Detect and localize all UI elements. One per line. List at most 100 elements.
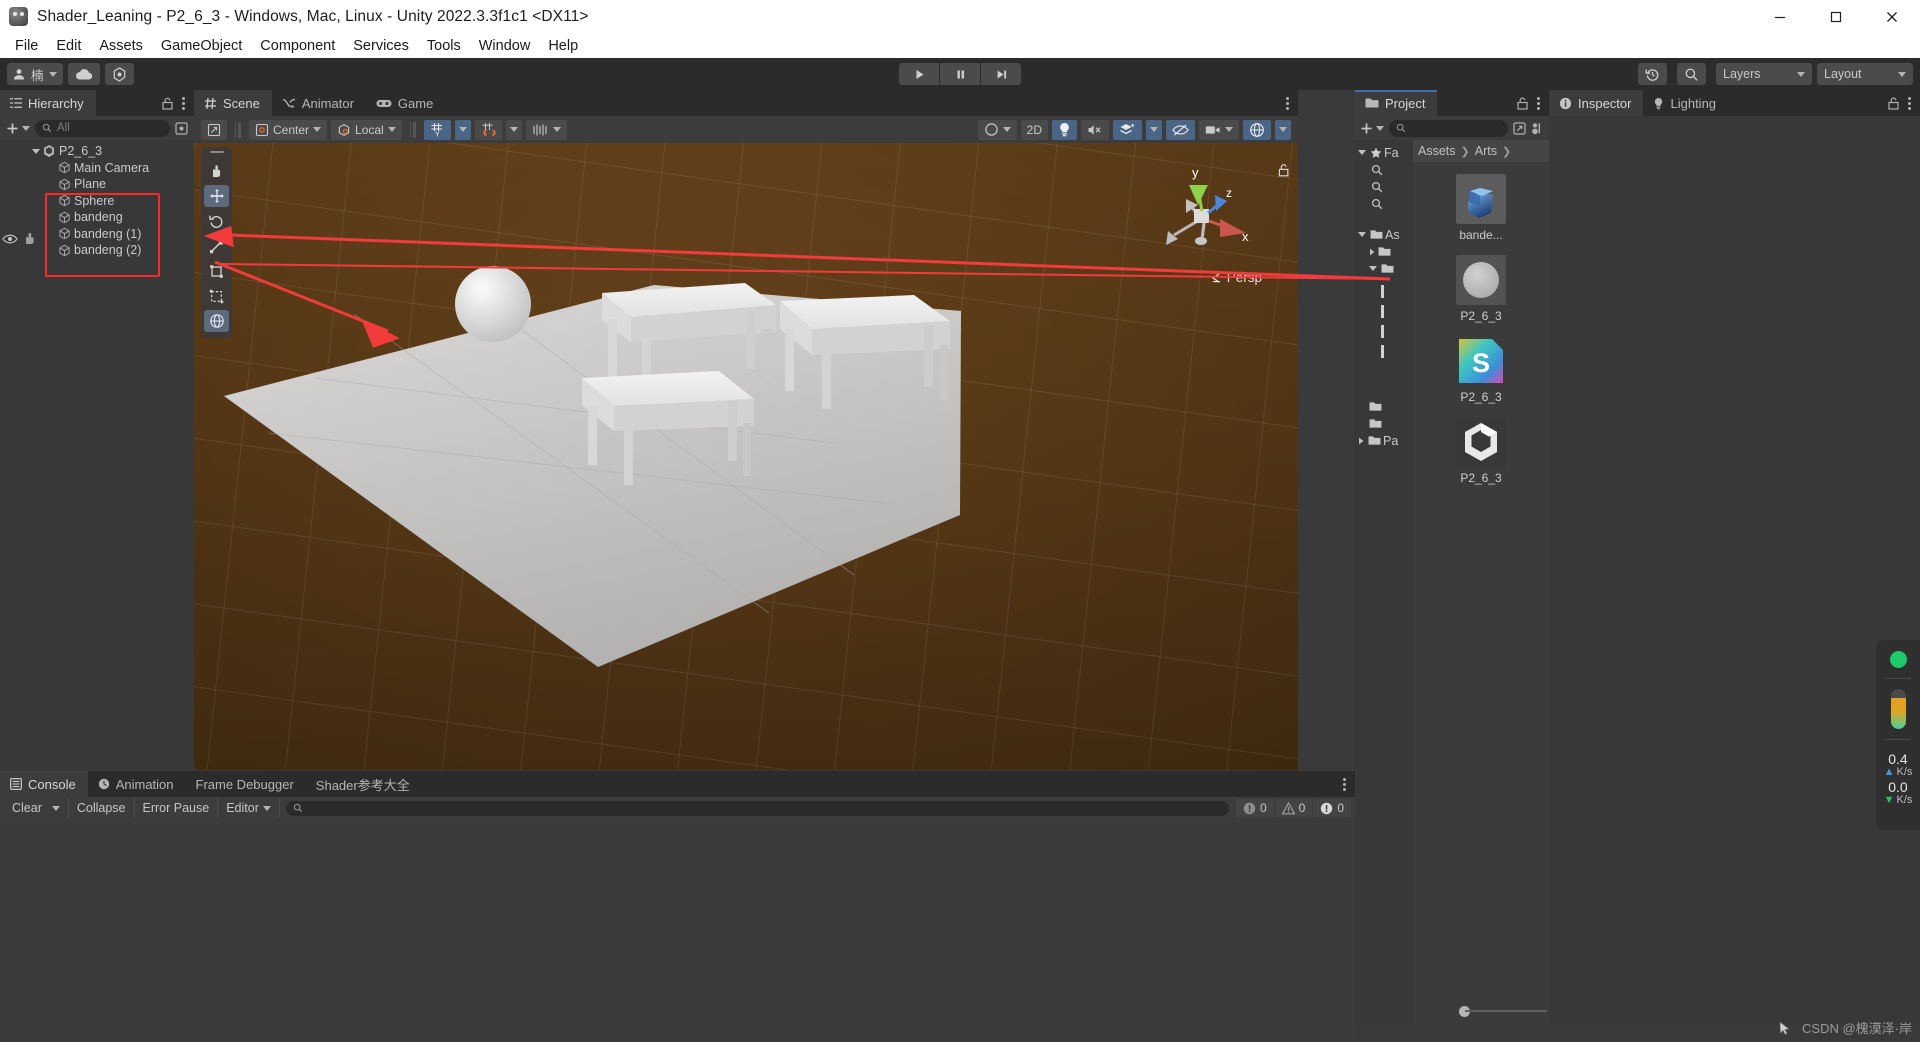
- hierarchy-visibility-toggles[interactable]: [2, 232, 36, 245]
- asset-zoom-slider[interactable]: [1415, 1003, 1547, 1019]
- project-tree-saved-search[interactable]: [1355, 178, 1413, 195]
- chevron-right-icon[interactable]: [1358, 437, 1365, 445]
- inspector-content[interactable]: [1549, 116, 1920, 1025]
- menu-component[interactable]: Component: [251, 36, 344, 56]
- tab-frame-debugger[interactable]: Frame Debugger: [186, 771, 306, 797]
- lock-icon[interactable]: [162, 97, 173, 110]
- scene-lighting-toggle[interactable]: [1052, 119, 1077, 140]
- console-messages[interactable]: [0, 819, 1355, 1042]
- gizmos-toggle[interactable]: [1243, 119, 1271, 140]
- asset-item[interactable]: bande...: [1435, 174, 1527, 242]
- scene-effects-dropdown[interactable]: [1146, 119, 1162, 140]
- clear-button[interactable]: Clear: [4, 799, 69, 817]
- project-filter-icon[interactable]: [1531, 122, 1544, 135]
- console-menu-icon[interactable]: [1343, 777, 1346, 791]
- tab-inspector[interactable]: Inspector: [1549, 90, 1644, 116]
- project-menu-icon[interactable]: [1537, 96, 1540, 110]
- inspector-menu-icon[interactable]: [1908, 96, 1911, 110]
- maximize-button[interactable]: [1808, 0, 1864, 33]
- project-tree-favorites[interactable]: Fa: [1355, 144, 1413, 161]
- tab-hierarchy[interactable]: Hierarchy: [0, 90, 96, 116]
- hand-pick-icon[interactable]: [22, 232, 36, 245]
- step-button[interactable]: [981, 63, 1021, 85]
- project-tree-assets[interactable]: As: [1355, 226, 1413, 243]
- project-tree-saved-search[interactable]: [1355, 161, 1413, 178]
- transform-tool-icon[interactable]: [204, 285, 229, 307]
- pivot-rotation-dropdown[interactable]: Local: [331, 119, 402, 140]
- play-button[interactable]: [899, 63, 939, 85]
- scene-effects-toggle[interactable]: [1113, 119, 1142, 140]
- add-gameobject-button[interactable]: [6, 122, 30, 135]
- magnet-snapping-dropdown[interactable]: [505, 119, 522, 140]
- menu-help[interactable]: Help: [539, 36, 587, 56]
- cloud-button[interactable]: [67, 63, 100, 85]
- tab-console[interactable]: Console: [0, 771, 88, 797]
- menu-tools[interactable]: Tools: [418, 36, 470, 56]
- project-tree-folder-arts[interactable]: [1355, 260, 1413, 277]
- hierarchy-filter-icon[interactable]: [175, 121, 188, 135]
- undo-history-button[interactable]: [1638, 63, 1667, 85]
- grid-snapping-button[interactable]: Y: [423, 119, 451, 140]
- tab-shader-reference[interactable]: Shader参考大全: [306, 771, 422, 797]
- create-asset-button[interactable]: [1360, 122, 1384, 135]
- scale-tool-icon[interactable]: [204, 235, 229, 257]
- warning-count-badge[interactable]: 0: [1274, 799, 1313, 817]
- menu-services[interactable]: Services: [344, 36, 418, 56]
- scene-audio-toggle[interactable]: [1081, 119, 1109, 140]
- expand-toggle[interactable]: [30, 148, 42, 154]
- hierarchy-item-plane[interactable]: Plane: [0, 176, 194, 193]
- breadcrumb-arts[interactable]: Arts: [1475, 144, 1497, 158]
- overlay-drag-handle[interactable]: [209, 151, 224, 153]
- log-count-badge[interactable]: 0: [1313, 799, 1351, 817]
- gizmos-dropdown[interactable]: [1275, 119, 1291, 140]
- pause-button[interactable]: [940, 63, 980, 85]
- menu-window[interactable]: Window: [470, 36, 540, 56]
- asset-item[interactable]: P2_6_3: [1435, 255, 1527, 323]
- asset-item[interactable]: S P2_6_3: [1435, 336, 1527, 404]
- tab-lighting[interactable]: Lighting: [1643, 90, 1728, 116]
- scene-viewport[interactable]: y z x Persp: [194, 143, 1298, 770]
- hierarchy-item-sphere[interactable]: Sphere: [0, 193, 194, 210]
- minimize-button[interactable]: [1752, 0, 1808, 33]
- project-tree-subfolders[interactable]: [1355, 285, 1413, 358]
- 2d-toggle-button[interactable]: 2D: [1020, 119, 1048, 140]
- shading-mode-dropdown[interactable]: [977, 119, 1017, 140]
- menu-edit[interactable]: Edit: [47, 36, 90, 56]
- scene-orientation-gizmo[interactable]: y z x: [1154, 161, 1262, 279]
- tab-scene[interactable]: Scene: [194, 90, 272, 116]
- pivot-mode-dropdown[interactable]: Center: [249, 119, 328, 140]
- breadcrumb-assets[interactable]: Assets: [1418, 144, 1456, 158]
- move-tool-icon[interactable]: [204, 185, 229, 207]
- project-tree-packages[interactable]: Pa: [1355, 432, 1413, 449]
- eye-icon[interactable]: [2, 233, 18, 245]
- asset-item[interactable]: P2_6_3: [1435, 417, 1527, 485]
- grid-snapping-dropdown[interactable]: [454, 119, 471, 140]
- chevron-right-icon[interactable]: [1369, 248, 1376, 256]
- project-tree-folder[interactable]: [1355, 243, 1413, 260]
- hierarchy-menu-icon[interactable]: [182, 96, 185, 110]
- project-search-input[interactable]: [1389, 119, 1508, 137]
- project-content[interactable]: Assets ❯ Arts ❯ bande... P2_6_3 S P2_6_3…: [1413, 140, 1549, 1025]
- menu-file[interactable]: File: [6, 36, 47, 56]
- lock-icon[interactable]: [1888, 97, 1899, 110]
- scene-tool-overlay-toggle[interactable]: [201, 119, 227, 140]
- lock-icon[interactable]: [1517, 97, 1528, 110]
- account-button[interactable]: 楠: [7, 63, 63, 85]
- menu-gameobject[interactable]: GameObject: [152, 36, 251, 56]
- tab-animation[interactable]: Animation: [88, 771, 186, 797]
- rect-tool-icon[interactable]: [204, 260, 229, 282]
- layers-dropdown[interactable]: Layers: [1716, 63, 1812, 85]
- hierarchy-scene-root[interactable]: P2_6_3: [0, 143, 194, 160]
- hand-tool-icon[interactable]: [204, 160, 229, 182]
- vertex-snapping-button[interactable]: [525, 119, 567, 140]
- editor-dropdown[interactable]: Editor: [218, 799, 280, 817]
- unlock-icon[interactable]: [1278, 163, 1290, 182]
- close-button[interactable]: [1864, 0, 1920, 33]
- hierarchy-tree[interactable]: P2_6_3 Main Camera Plane Sphere bandeng …: [0, 140, 194, 771]
- hierarchy-item-main-camera[interactable]: Main Camera: [0, 160, 194, 177]
- hierarchy-search-input[interactable]: All: [35, 119, 170, 137]
- hidden-objects-toggle[interactable]: [1166, 119, 1195, 140]
- tab-game[interactable]: Game: [366, 90, 445, 116]
- project-tree-folder[interactable]: [1355, 398, 1413, 415]
- scene-projection-mode[interactable]: Persp: [1211, 270, 1262, 285]
